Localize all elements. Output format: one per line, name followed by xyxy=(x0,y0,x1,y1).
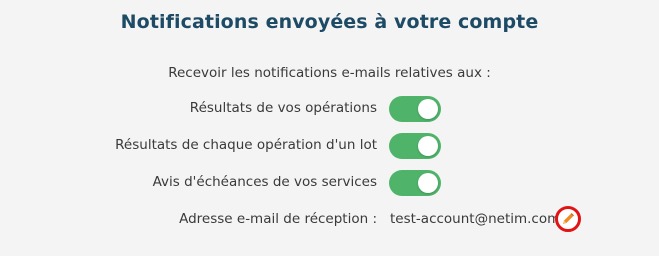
toggle-knob xyxy=(418,136,438,156)
setting-label-due-notices: Avis d'échéances de vos services xyxy=(152,174,377,190)
toggle-knob xyxy=(418,173,438,193)
intro-text: Recevoir les notifications e-mails relat… xyxy=(168,65,491,81)
notification-settings-panel: Notifications envoyées à votre compte Re… xyxy=(0,0,659,256)
email-value: test-account@netim.com xyxy=(390,211,561,227)
toggle-due-notices[interactable] xyxy=(389,170,441,196)
edit-email-button[interactable] xyxy=(555,206,581,232)
email-label: Adresse e-mail de réception : xyxy=(179,211,377,227)
toggle-operations[interactable] xyxy=(389,96,441,122)
toggle-knob xyxy=(418,99,438,119)
setting-label-operations: Résultats de vos opérations xyxy=(189,100,377,116)
toggle-batch-operations[interactable] xyxy=(389,133,441,159)
pencil-icon xyxy=(563,213,574,224)
setting-label-batch-operations: Résultats de chaque opération d'un lot xyxy=(115,137,377,153)
page-title: Notifications envoyées à votre compte xyxy=(120,11,539,33)
